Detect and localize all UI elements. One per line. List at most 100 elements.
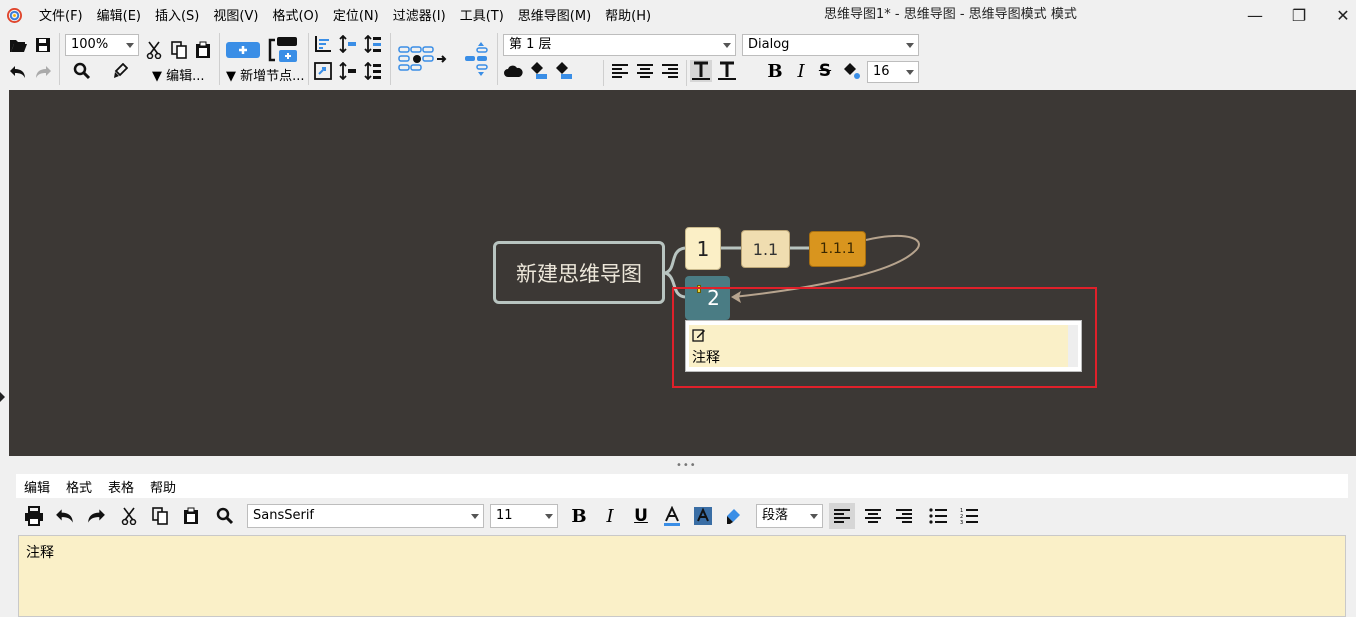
note-menu-table[interactable]: 表格 xyxy=(100,477,142,496)
note-editor-area[interactable]: 注释 xyxy=(18,535,1346,617)
node-bg-color-button[interactable] xyxy=(553,60,573,80)
redo-button[interactable] xyxy=(33,62,53,82)
undo-button[interactable] xyxy=(8,62,28,82)
layout-up-icon xyxy=(315,36,331,52)
note-font-value: SansSerif xyxy=(253,508,315,523)
menu-format[interactable]: 格式(O) xyxy=(265,6,325,28)
note-font-color-button[interactable] xyxy=(661,505,683,527)
print-button[interactable] xyxy=(23,505,45,527)
outdent-button[interactable] xyxy=(363,61,383,81)
indent-button[interactable] xyxy=(338,61,358,81)
note-underline-button[interactable]: U xyxy=(630,505,652,527)
menu-insert[interactable]: 插入(S) xyxy=(148,6,206,28)
node-1[interactable]: 1 xyxy=(685,227,721,270)
note-find-button[interactable] xyxy=(214,505,236,527)
align-center-icon xyxy=(865,509,881,523)
align-left-button[interactable] xyxy=(610,62,630,80)
node-1-1-1[interactable]: 1.1.1 xyxy=(809,231,866,267)
text-top-button[interactable] xyxy=(690,60,712,82)
note-paste-button[interactable] xyxy=(180,505,202,527)
font-select[interactable]: Dialog xyxy=(742,34,919,56)
note-content[interactable]: 注释 xyxy=(26,542,54,562)
open-button[interactable] xyxy=(8,35,28,55)
note-cut-button[interactable] xyxy=(118,505,140,527)
panel-collapse-handle[interactable] xyxy=(0,392,5,402)
cloud-button[interactable] xyxy=(503,62,523,80)
note-clear-format-button[interactable] xyxy=(723,505,745,527)
save-button[interactable] xyxy=(33,35,53,55)
redo-icon xyxy=(36,66,51,78)
title-bar: 文件(F) 编辑(E) 插入(S) 视图(V) 格式(O) 定位(N) 过滤器(… xyxy=(0,0,1356,31)
align-down-button[interactable] xyxy=(313,61,333,81)
node-1-1[interactable]: 1.1 xyxy=(741,230,790,268)
find-button[interactable] xyxy=(71,61,93,81)
menu-help[interactable]: 帮助(H) xyxy=(598,6,658,28)
cut-button[interactable] xyxy=(145,40,163,60)
text-bottom-button[interactable] xyxy=(716,60,738,82)
paint-bucket-icon xyxy=(531,62,547,79)
menu-filter[interactable]: 过滤器(I) xyxy=(386,6,453,28)
note-highlight-button[interactable] xyxy=(692,505,714,527)
add-child-node-button[interactable] xyxy=(225,40,260,60)
move-up-button[interactable] xyxy=(338,34,358,54)
arrows-vertical-icon xyxy=(339,35,356,53)
note-editor-menu: 编辑 格式 表格 帮助 xyxy=(16,474,1348,498)
note-menu-edit[interactable]: 编辑 xyxy=(16,477,58,496)
paste-button[interactable] xyxy=(194,40,212,60)
zoom-value: 100% xyxy=(71,37,109,52)
search-icon xyxy=(216,507,234,525)
menu-view[interactable]: 视图(V) xyxy=(206,6,265,28)
menu-file[interactable]: 文件(F) xyxy=(32,6,90,28)
root-node[interactable]: 新建思维导图 xyxy=(493,241,665,304)
list-arrows-icon xyxy=(364,35,381,53)
menu-edit[interactable]: 编辑(E) xyxy=(90,6,148,28)
clipboard-icon xyxy=(184,507,198,524)
edit-dropdown[interactable]: ▼ 编辑... xyxy=(152,69,205,85)
italic-button[interactable]: I xyxy=(792,61,810,82)
font-size-select[interactable]: 16 xyxy=(867,61,919,83)
note-size-select[interactable]: 11 xyxy=(490,504,558,528)
bullet-list-icon xyxy=(929,508,947,524)
align-right-button[interactable] xyxy=(660,62,680,80)
maximize-button[interactable]: ❐ xyxy=(1284,4,1314,26)
note-align-center-button[interactable] xyxy=(860,503,886,529)
chevron-down-icon xyxy=(810,514,818,519)
move-down-button[interactable] xyxy=(363,34,383,54)
menu-navigate[interactable]: 定位(N) xyxy=(326,6,386,28)
outline-layout-button[interactable] xyxy=(462,40,490,78)
note-paragraph-select[interactable]: 段落 xyxy=(756,504,823,528)
note-undo-button[interactable] xyxy=(54,505,76,527)
fill-color-icon xyxy=(556,62,572,79)
chevron-down-icon xyxy=(906,43,914,48)
note-redo-button[interactable] xyxy=(85,505,107,527)
zoom-select[interactable]: 100% xyxy=(65,34,139,56)
note-menu-format[interactable]: 格式 xyxy=(58,477,100,496)
copy-button[interactable] xyxy=(170,40,188,60)
align-up-button[interactable] xyxy=(313,34,333,54)
new-node-dropdown[interactable]: ▼ 新增节点... xyxy=(226,69,305,85)
strikethrough-button[interactable]: S xyxy=(816,61,834,81)
align-center-button[interactable] xyxy=(635,62,655,80)
menu-mindmap[interactable]: 思维导图(M) xyxy=(511,6,598,28)
level-select[interactable]: 第 1 层 xyxy=(503,34,736,56)
note-menu-help[interactable]: 帮助 xyxy=(142,477,184,496)
note-italic-button[interactable]: I xyxy=(599,505,621,527)
text-color-button[interactable] xyxy=(840,60,862,82)
note-align-right-button[interactable] xyxy=(891,503,917,529)
note-bold-button[interactable]: B xyxy=(568,505,590,527)
note-font-select[interactable]: SansSerif xyxy=(247,504,484,528)
close-button[interactable]: ✕ xyxy=(1328,4,1356,26)
add-sibling-node-button[interactable] xyxy=(266,36,300,64)
note-copy-button[interactable] xyxy=(149,505,171,527)
note-bullet-list-button[interactable] xyxy=(925,503,951,529)
minimize-button[interactable]: — xyxy=(1240,4,1270,26)
mindmap-canvas[interactable]: 新建思维导图 1 1.1 1.1.1 2 xyxy=(9,90,1356,456)
bold-button[interactable]: B xyxy=(766,61,784,82)
auto-layout-button[interactable] xyxy=(396,44,450,74)
format-painter-button[interactable] xyxy=(110,61,130,81)
node-color-button[interactable] xyxy=(528,60,548,80)
menu-tools[interactable]: 工具(T) xyxy=(453,6,511,28)
splitter-grip-icon[interactable]: ••• xyxy=(676,460,697,471)
note-numbered-list-button[interactable]: 123 xyxy=(956,503,982,529)
note-align-left-button[interactable] xyxy=(829,503,855,529)
